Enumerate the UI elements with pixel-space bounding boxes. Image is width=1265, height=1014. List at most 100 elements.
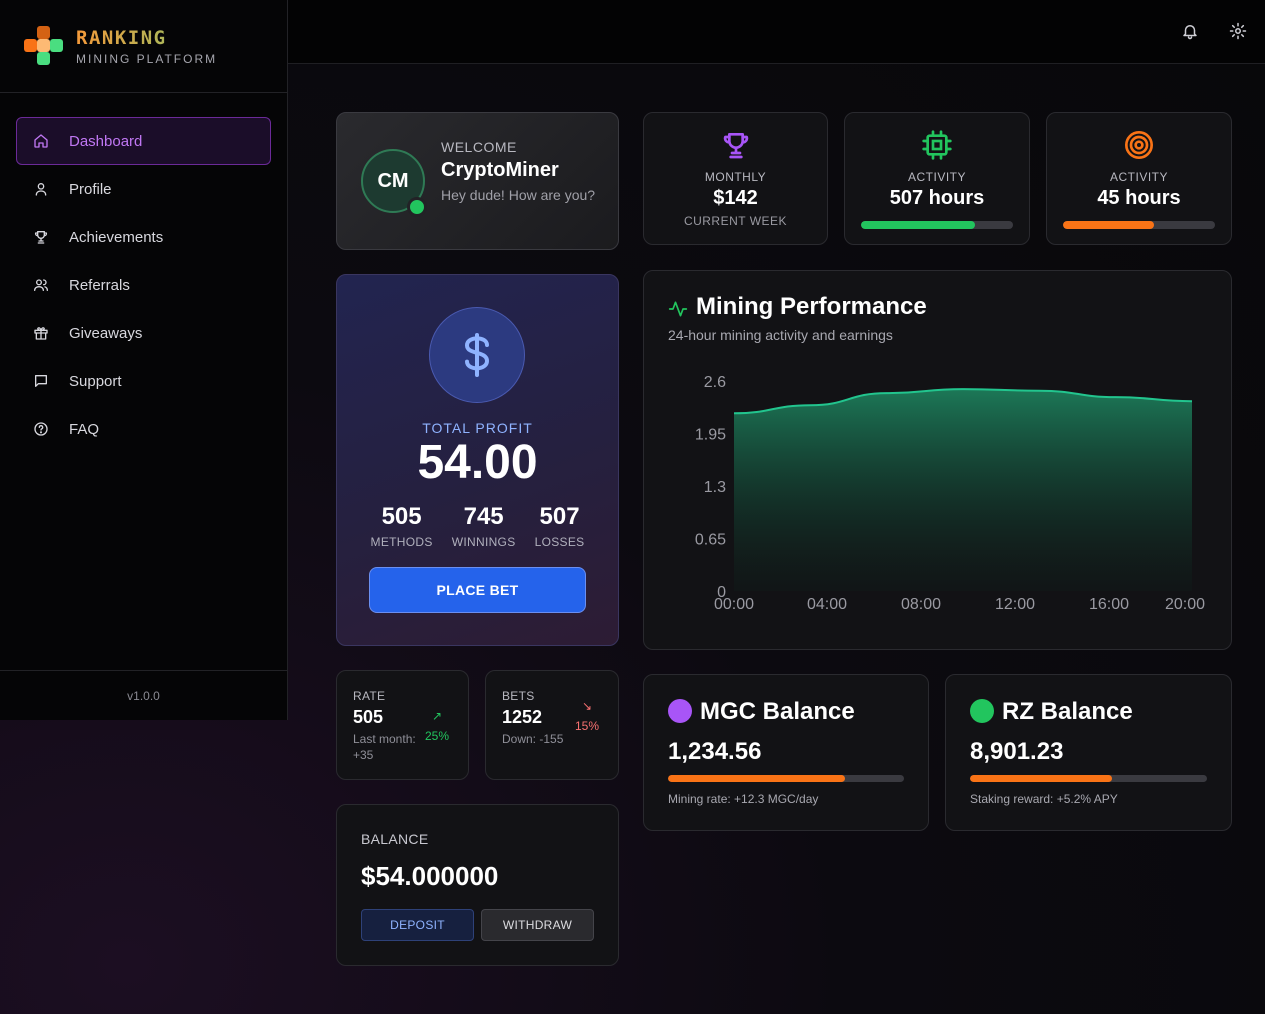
profit-stats: 505 METHODS 745 WINNINGS 507 LOSSES <box>361 503 594 549</box>
coin-progress-bar <box>668 775 904 782</box>
sidebar-item-label: Referrals <box>69 276 130 294</box>
withdraw-button[interactable]: WITHDRAW <box>481 909 594 941</box>
stat-card-monthly: MONTHLY $142 CURRENT WEEK <box>643 112 828 245</box>
arrow-down-right-icon: ↘ <box>581 699 593 713</box>
coin-value: 1,234.56 <box>668 738 762 765</box>
coin-title: RZ Balance <box>1002 698 1133 725</box>
brand[interactable]: RANKING MINING PLATFORM <box>0 0 287 93</box>
sidebar-item-label: Giveaways <box>69 324 143 342</box>
balance-card: BALANCE $54.000000 DEPOSIT WITHDRAW <box>336 804 619 966</box>
message-icon <box>35 375 47 387</box>
stat-card-activity-cpu: ACTIVITY 507 hours <box>844 112 1030 245</box>
sidebar: RANKING MINING PLATFORM Dashboard Profil… <box>0 0 288 720</box>
deposit-button[interactable]: DEPOSIT <box>361 909 474 941</box>
stat-value: 507 <box>539 503 580 530</box>
rate-value: 505 <box>353 707 384 727</box>
y-tick-label: 1.95 <box>695 427 726 444</box>
brand-subtitle: MINING PLATFORM <box>76 51 218 66</box>
bets-change: ↘ 15% <box>572 699 602 733</box>
x-tick-label: 08:00 <box>901 596 941 613</box>
welcome-card: CM WELCOME CryptoMiner Hey dude! How are… <box>336 112 619 250</box>
place-bet-button[interactable]: PLACE BET <box>369 567 586 613</box>
home-icon <box>34 134 48 148</box>
rz-balance-card: RZ Balance 8,901.23 Staking reward: +5.2… <box>945 674 1232 831</box>
coin-note: Mining rate: +12.3 MGC/day <box>668 792 819 806</box>
bets-value: 1252 <box>502 707 543 727</box>
mgc-balance-card: MGC Balance 1,234.56 Mining rate: +12.3 … <box>643 674 929 831</box>
coin-value: 8,901.23 <box>970 738 1064 765</box>
sidebar-item-support[interactable]: Support <box>16 357 271 405</box>
topbar <box>288 0 1265 64</box>
rate-label: RATE <box>353 689 386 703</box>
sidebar-item-label: Dashboard <box>69 132 143 150</box>
x-tick-label: 16:00 <box>1089 596 1129 613</box>
bets-change-value: 15% <box>574 719 600 733</box>
welcome-message: Hey dude! How are you? <box>441 187 596 203</box>
version-label: v1.0.0 <box>0 670 287 720</box>
brand-title: RANKING <box>76 27 217 49</box>
stat-subtext: CURRENT WEEK <box>683 214 788 228</box>
x-tick-label: 04:00 <box>807 596 847 613</box>
profit-stat-losses: 507 LOSSES <box>535 503 585 549</box>
chart-area-fill <box>734 389 1192 591</box>
sidebar-item-label: Achievements <box>69 228 164 246</box>
username: CryptoMiner <box>441 159 559 181</box>
rz-coin-icon <box>970 699 994 723</box>
sidebar-item-label: Support <box>69 372 122 390</box>
stat-label: MONTHLY <box>704 170 767 184</box>
stat-card-activity-target: ACTIVITY 45 hours <box>1046 112 1232 245</box>
users-icon <box>34 279 48 291</box>
bets-subtext: Down: -155 <box>502 732 564 746</box>
stat-value: 507 hours <box>889 187 985 209</box>
gift-icon <box>34 327 48 340</box>
sidebar-item-giveaways[interactable]: Giveaways <box>16 309 271 357</box>
x-tick-label: 00:00 <box>714 596 754 613</box>
profit-stat-winnings: 745 WINNINGS <box>452 503 516 549</box>
balance-value: $54.000000 <box>361 861 499 891</box>
stat-label: ACTIVITY <box>907 170 966 184</box>
mgc-coin-icon <box>668 699 692 723</box>
sidebar-item-label: Profile <box>69 180 112 198</box>
trophy-icon <box>34 231 48 244</box>
welcome-label: WELCOME <box>441 139 517 155</box>
y-tick-label: 1.3 <box>704 479 726 496</box>
coin-progress-bar <box>970 775 1207 782</box>
coin-title: MGC Balance <box>700 698 855 725</box>
rate-card: RATE 505 Last month: +35 ↗ 25% <box>336 670 469 780</box>
sidebar-item-profile[interactable]: Profile <box>16 165 271 213</box>
sidebar-item-referrals[interactable]: Referrals <box>16 261 271 309</box>
y-tick-label: 2.6 <box>704 374 726 391</box>
x-tick-label: 12:00 <box>995 596 1035 613</box>
total-profit-label: TOTAL PROFIT <box>422 420 533 436</box>
rate-subtext: Last month: +35 <box>353 732 416 762</box>
trophy-icon <box>723 133 748 159</box>
total-profit-card: TOTAL PROFIT 54.00 505 METHODS 745 WINNI… <box>336 274 619 646</box>
activity-progress-bar <box>861 221 1013 229</box>
stat-label: WINNINGS <box>451 535 516 549</box>
balance-label: BALANCE <box>361 831 429 847</box>
cpu-icon <box>922 130 952 160</box>
bell-icon[interactable] <box>1181 22 1199 40</box>
online-status-indicator <box>407 197 427 217</box>
sidebar-nav: Dashboard Profile Achievements Referrals… <box>0 93 287 477</box>
rate-change: ↗ 25% <box>422 709 452 743</box>
arrow-up-right-icon: ↗ <box>431 709 443 723</box>
help-icon <box>34 422 48 436</box>
stat-label: ACTIVITY <box>1109 170 1168 184</box>
stat-value: 745 <box>463 503 504 530</box>
gear-icon[interactable] <box>1229 22 1247 40</box>
logo <box>24 26 64 66</box>
stat-label: LOSSES <box>534 535 585 549</box>
sidebar-item-achievements[interactable]: Achievements <box>16 213 271 261</box>
mining-area-chart[interactable]: 00.651.31.952.600:00 04:00 08:00 12:00 16:00… <box>644 271 1233 651</box>
bets-label: BETS <box>502 689 535 703</box>
x-tick-label: 20:00 <box>1165 596 1205 613</box>
mining-performance-card: Mining Performance 24-hour mining activi… <box>643 270 1232 650</box>
rate-change-value: 25% <box>424 729 450 743</box>
sidebar-item-dashboard[interactable]: Dashboard <box>16 117 271 165</box>
stat-label: METHODS <box>370 535 433 549</box>
user-icon <box>35 183 47 196</box>
target-icon <box>1125 131 1153 159</box>
sidebar-item-faq[interactable]: FAQ <box>16 405 271 453</box>
stat-value: 505 <box>381 503 422 530</box>
